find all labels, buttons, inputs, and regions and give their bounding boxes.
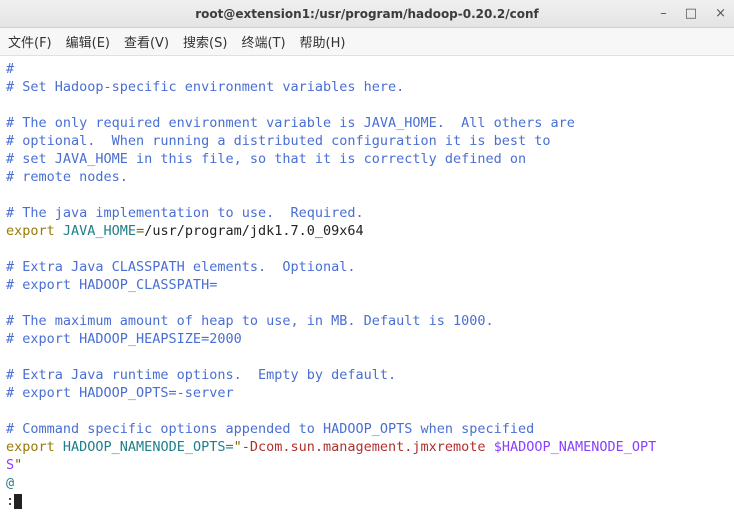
status-indicator: @ (6, 475, 14, 491)
close-icon[interactable]: × (715, 6, 726, 21)
cursor-icon (14, 494, 22, 509)
path-value: /usr/program/jdk1.7.0_09x64 (144, 223, 363, 239)
code-line: # export HADOOP_OPTS=-server (6, 385, 234, 401)
code-line: # export HADOOP_HEAPSIZE=2000 (6, 331, 242, 347)
code-line: # The java implementation to use. Requir… (6, 205, 364, 221)
assign-op: = (136, 223, 144, 239)
window-controls: – □ × (660, 6, 726, 21)
code-line: # (6, 61, 14, 77)
code-line: # Command specific options appended to H… (6, 421, 534, 437)
code-line: # set JAVA_HOME in this file, so that it… (6, 151, 526, 167)
code-line: # The only required environment variable… (6, 115, 575, 131)
env-var: HADOOP_NAMENODE_OPTS= (55, 439, 234, 455)
terminal-content[interactable]: # # Set Hadoop-specific environment vari… (0, 56, 734, 514)
menu-help[interactable]: 帮助(H) (300, 32, 346, 51)
code-line: # The maximum amount of heap to use, in … (6, 313, 494, 329)
var-ref: $HADOOP_NAMENODE_OPT (494, 439, 657, 455)
menubar: 文件(F) 编辑(E) 查看(V) 搜索(S) 终端(T) 帮助(H) (0, 28, 734, 56)
code-line: # Extra Java CLASSPATH elements. Optiona… (6, 259, 356, 275)
quote: " (234, 439, 242, 455)
minimize-icon[interactable]: – (660, 6, 667, 21)
code-line: # export HADOOP_CLASSPATH= (6, 277, 217, 293)
prompt: : (6, 493, 14, 509)
export-keyword: export (6, 439, 55, 455)
env-var: JAVA_HOME (55, 223, 136, 239)
code-line: # optional. When running a distributed c… (6, 133, 551, 149)
quote: " (14, 457, 22, 473)
maximize-icon[interactable]: □ (685, 6, 697, 21)
code-line: # remote nodes. (6, 169, 128, 185)
window-title: root@extension1:/usr/program/hadoop-0.20… (195, 7, 539, 21)
code-line: # Extra Java runtime options. Empty by d… (6, 367, 396, 383)
export-keyword: export (6, 223, 55, 239)
menu-search[interactable]: 搜索(S) (183, 32, 227, 51)
menu-view[interactable]: 查看(V) (124, 32, 169, 51)
var-ref: S (6, 457, 14, 473)
code-line: # Set Hadoop-specific environment variab… (6, 79, 404, 95)
menu-edit[interactable]: 编辑(E) (66, 32, 110, 51)
menu-terminal[interactable]: 终端(T) (241, 32, 285, 51)
string-value: -Dcom.sun.management.jmxremote (242, 439, 494, 455)
menu-file[interactable]: 文件(F) (8, 32, 52, 51)
window-titlebar: root@extension1:/usr/program/hadoop-0.20… (0, 0, 734, 28)
